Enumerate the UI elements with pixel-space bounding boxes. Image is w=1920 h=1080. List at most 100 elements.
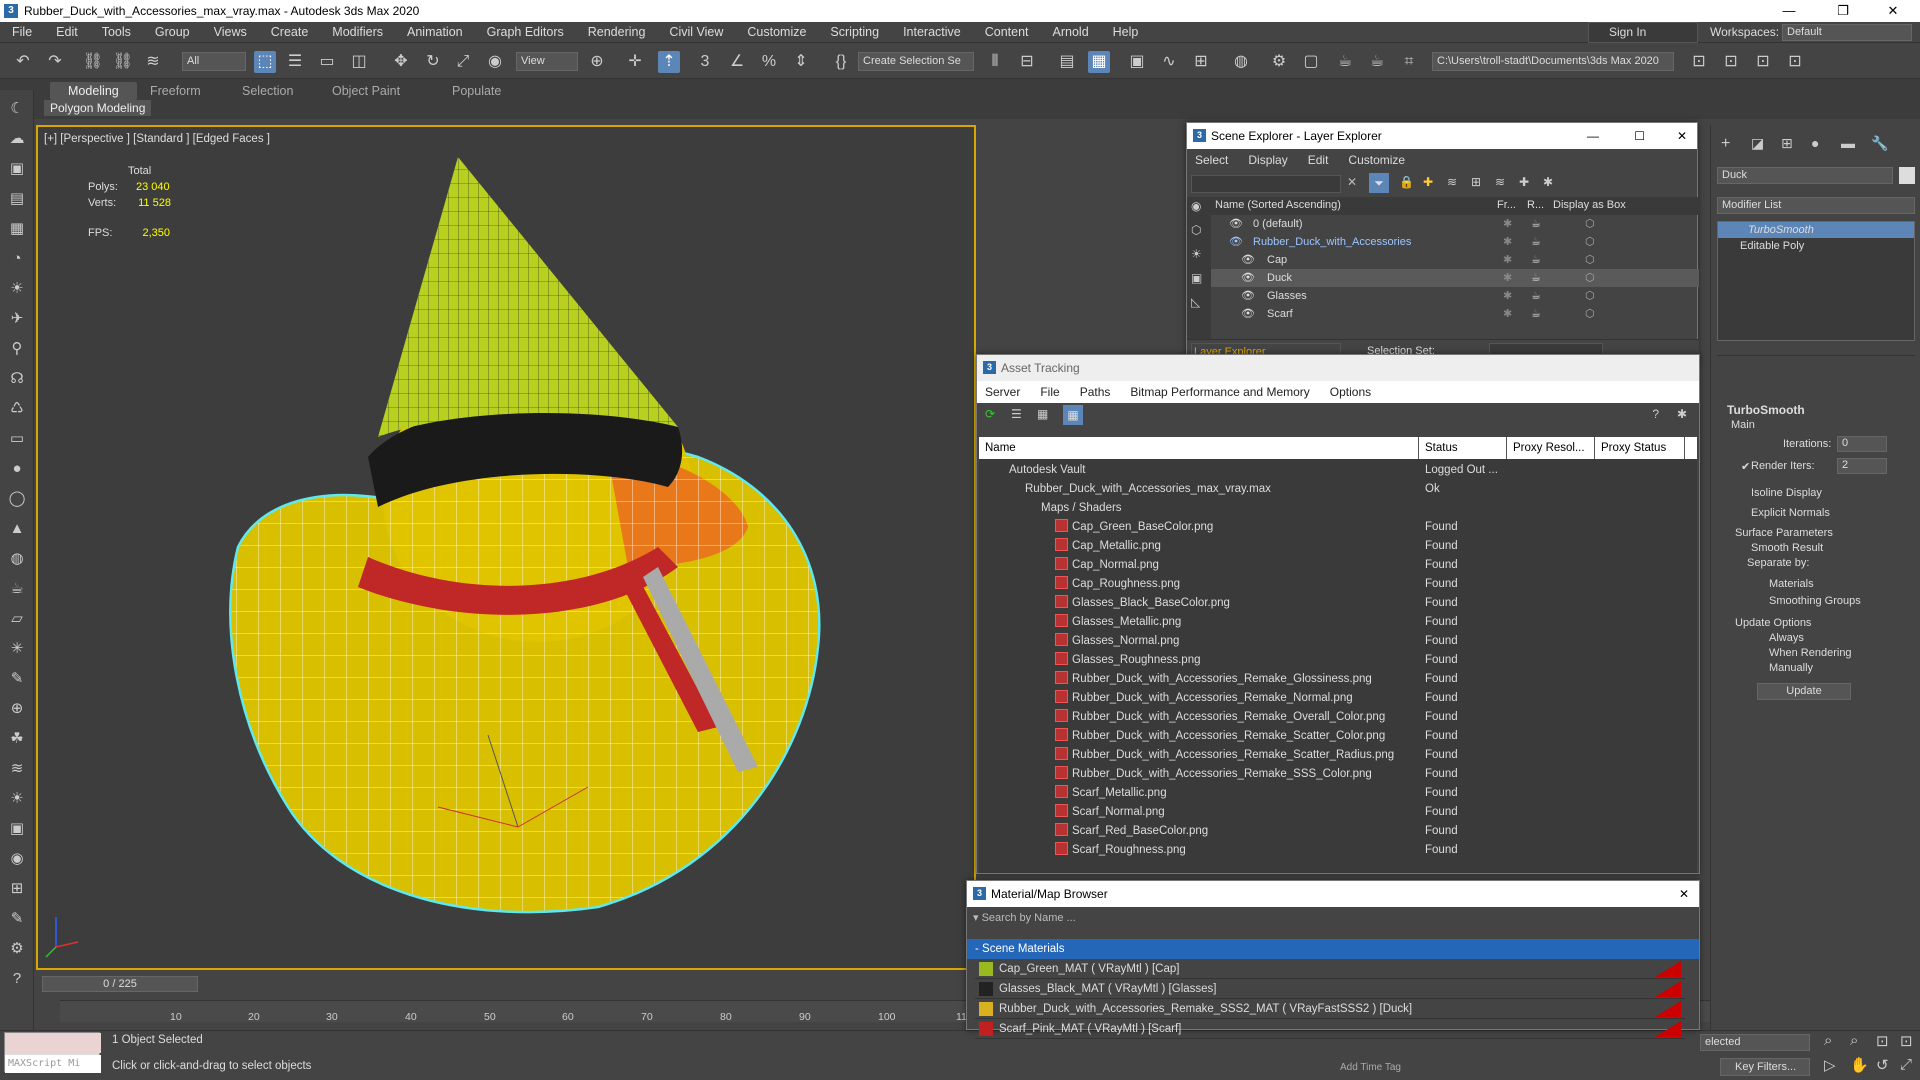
plane-icon[interactable]: ▱ [6,608,28,630]
hierarchy-icon[interactable]: ⊞ [1471,175,1481,189]
duck-model[interactable] [38,127,974,968]
display-icon[interactable]: ▦ [6,218,28,240]
workspaces-dropdown[interactable]: Default [1782,24,1912,41]
zoom-all-icon[interactable]: ⌕ [1850,1032,1858,1049]
toggle-layer-explorer-icon[interactable]: ▦ [1088,51,1110,73]
toggle-ribbon-icon[interactable]: ▣ [1126,51,1148,73]
freeze-icon[interactable]: ✱ [1503,287,1512,305]
asset-row[interactable]: Glasses_Normal.png Found [979,632,1697,651]
menu-content[interactable]: Content [973,22,1041,43]
menu-graph-editors[interactable]: Graph Editors [475,22,576,43]
keyboard-shortcut-override-icon[interactable]: ⇡ [658,51,680,73]
hierarchy-icon[interactable]: ▣ [6,158,28,180]
display-lights-icon[interactable]: ☀ [1191,247,1202,261]
region-select-icon[interactable]: ▭ [316,51,338,73]
menu-create[interactable]: Create [259,22,321,43]
visibility-eye-icon[interactable]: 👁 [1229,233,1243,251]
reference-coordinate-dropdown[interactable]: View [516,52,578,71]
ribbon-tab-freeform[interactable]: Freeform [132,82,219,100]
sphere-icon[interactable]: ● [6,458,28,480]
menu-interactive[interactable]: Interactive [891,22,973,43]
visibility-eye-icon[interactable]: 👁 [1241,251,1255,269]
ribbon-tab-object-paint[interactable]: Object Paint [314,82,418,100]
at-menu-options[interactable]: Options [1330,385,1371,399]
scene-explorer-maximize-icon[interactable]: ☐ [1634,123,1645,149]
project-folder-icon[interactable]: ⊡ [1688,51,1710,73]
material-browser-titlebar[interactable]: 3 Material/Map Browser ✕ [967,881,1699,907]
ribbon-tab-populate[interactable]: Populate [434,82,519,100]
rotate-icon[interactable]: ↻ [422,51,444,73]
settings-icon[interactable]: ✱ [1543,175,1553,189]
particle-icon[interactable]: ✳ [6,638,28,660]
manually-radio[interactable]: Manually [1711,659,1920,675]
move-icon[interactable]: ✥ [390,51,412,73]
layer-row[interactable]: 👁 Duck ✱ ☕ ⬡ [1211,269,1699,287]
asset-row[interactable]: Glasses_Black_BaseColor.png Found [979,594,1697,613]
stack-icon[interactable]: ≋ [1495,175,1505,189]
se-menu-display[interactable]: Display [1248,153,1287,167]
material-browser-close-icon[interactable]: ✕ [1679,881,1689,907]
layer-row[interactable]: 👁 Scarf ✱ ☕ ⬡ [1211,305,1699,323]
asset-row[interactable]: Rubber_Duck_with_Accessories_Remake_Scat… [979,746,1697,765]
visibility-eye-icon[interactable]: 👁 [1241,287,1255,305]
render-iterative-icon[interactable]: ☕ [1366,51,1388,73]
display-as-box-icon[interactable]: ⬡ [1585,287,1595,305]
key-filters-button[interactable]: Key Filters... [1720,1058,1810,1076]
asset-row[interactable]: Rubber_Duck_with_Accessories_Remake_SSS_… [979,765,1697,784]
material-editor-icon[interactable]: ◍ [1230,51,1252,73]
motion-icon[interactable]: ▤ [6,188,28,210]
angle-snap-icon[interactable]: ∠ [726,51,748,73]
asset-row[interactable]: Rubber_Duck_with_Accessories_Remake_Over… [979,708,1697,727]
table-view-icon[interactable]: ▦ [1063,405,1083,425]
zoom-extents-all-icon[interactable]: ⊡ [1900,1032,1913,1050]
render-production-icon[interactable]: ☕ [1334,51,1356,73]
stack-item-editable-poly[interactable]: Editable Poly [1718,238,1914,254]
add-layer-icon[interactable]: ✚ [1519,175,1529,189]
asset-tracking-titlebar[interactable]: 3 Asset Tracking [977,355,1699,381]
stack-item-turbosmooth[interactable]: TurboSmooth [1718,222,1914,238]
display-tab-icon[interactable]: ▬ [1841,135,1855,151]
render-icon[interactable]: ☕ [1531,287,1541,305]
options-icon[interactable]: ✱ [1677,407,1687,421]
select-by-name-icon[interactable]: ☰ [284,51,306,73]
asset-row[interactable]: Cap_Green_BaseColor.png Found [979,518,1697,537]
filter-icon[interactable]: ⏷ [1369,173,1389,193]
rollout-title[interactable]: TurboSmooth [1711,403,1920,419]
link-icon[interactable]: ⛓ [82,51,104,73]
align-icon[interactable]: ⊟ [1016,51,1038,73]
thumbnail-view-icon[interactable]: ▦ [1037,407,1048,421]
cone-icon[interactable]: ▲ [6,518,28,540]
scene-icon[interactable]: ⊞ [6,878,28,900]
smoothing-groups-checkbox[interactable]: Smoothing Groups [1711,591,1920,609]
modify-icon[interactable]: ☁ [6,128,28,150]
smooth-result-checkbox[interactable]: Smooth Result [1711,537,1920,555]
menu-edit[interactable]: Edit [44,22,90,43]
visibility-eye-icon[interactable]: 👁 [1229,215,1243,233]
render-in-cloud-icon[interactable]: ⌗ [1398,51,1420,73]
layers-icon[interactable]: ≋ [1447,175,1457,189]
maxscript-listener[interactable]: MAXScript Mi [4,1032,101,1073]
at-menu-paths[interactable]: Paths [1080,385,1111,399]
display-as-box-icon[interactable]: ⬡ [1585,215,1595,233]
scene-explorer-close-icon[interactable]: ✕ [1677,123,1687,149]
save-icon[interactable]: ⊡ [1720,51,1742,73]
select-object-icon[interactable]: ⬚ [254,51,276,73]
asset-row[interactable]: Cap_Roughness.png Found [979,575,1697,594]
asset-row[interactable]: Scarf_Metallic.png Found [979,784,1697,803]
sign-in-button[interactable]: Sign In [1588,22,1698,43]
restore-icon[interactable]: ❐ [1820,0,1866,22]
asset-col-status[interactable]: Status [1419,437,1507,459]
display-cameras-icon[interactable]: ▣ [1191,271,1202,285]
select-manipulate-icon[interactable]: ✛ [624,51,646,73]
unlink-icon[interactable]: ⛓ [112,51,134,73]
hair-icon[interactable]: ≋ [6,758,28,780]
create-tab-icon[interactable]: + [1721,135,1730,153]
col-render[interactable]: R... [1527,199,1544,211]
lock-icon[interactable]: 🔒 [1399,175,1414,189]
place-icon[interactable]: ◉ [484,51,506,73]
close-icon[interactable]: ✕ [1870,0,1916,22]
percent-snap-icon[interactable]: % [758,51,780,73]
freeze-icon[interactable]: ✱ [1503,305,1512,323]
render-iters-spinner[interactable]: 2 [1837,458,1887,474]
pivot-center-icon[interactable]: ⊕ [586,51,608,73]
